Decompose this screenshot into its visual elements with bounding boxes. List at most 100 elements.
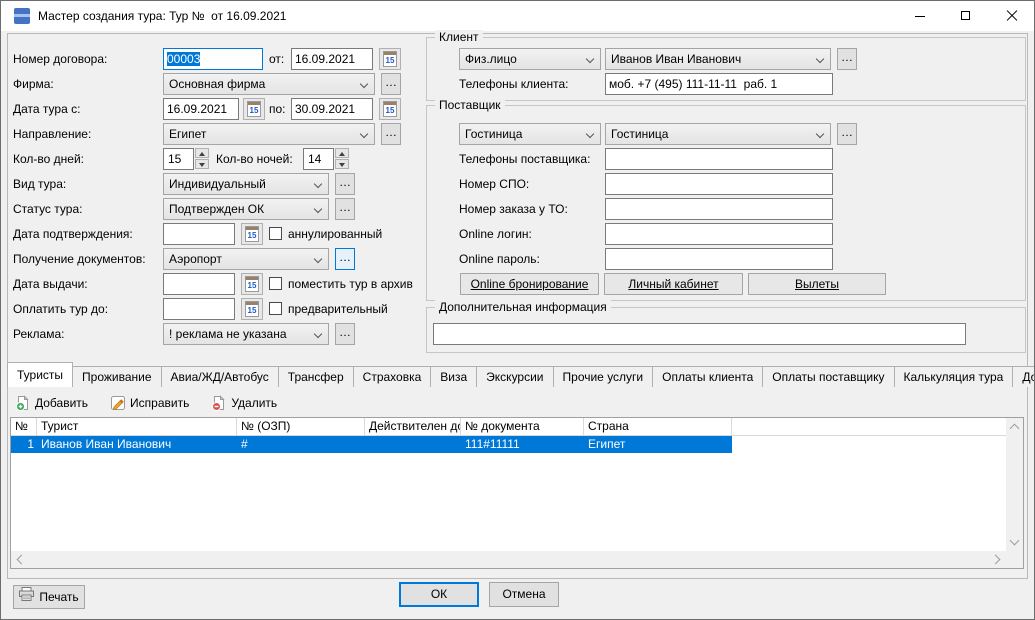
contract-date-picker-button[interactable]: 15 — [379, 48, 401, 70]
tab-transport[interactable]: Авиа/ЖД/Автобус — [161, 366, 279, 387]
days-value[interactable]: 15 — [163, 148, 194, 170]
annulled-checkbox[interactable] — [269, 227, 282, 240]
nights-spinner[interactable]: 14 — [303, 148, 349, 170]
horizontal-scrollbar[interactable] — [11, 551, 1006, 568]
archive-checkbox[interactable] — [269, 277, 282, 290]
cell-ozp: # — [237, 436, 365, 453]
spo-number-input[interactable] — [605, 173, 833, 195]
client-type-select[interactable]: Физ.лицо — [459, 48, 601, 70]
documents-receive-select[interactable]: Аэропорт — [163, 248, 329, 270]
pay-until-label: Оплатить тур до: — [13, 298, 108, 320]
close-button[interactable] — [989, 1, 1035, 31]
online-booking-button[interactable]: Online бронирование — [460, 273, 599, 295]
nights-value[interactable]: 14 — [303, 148, 334, 170]
personal-cabinet-button[interactable]: Личный кабинет — [604, 273, 743, 295]
cell-doc-number: 111#11111 — [461, 436, 584, 453]
nights-spinner-down-button[interactable] — [335, 159, 349, 169]
supplier-name-select[interactable]: Гостиница — [605, 123, 831, 145]
print-button[interactable]: Печать — [13, 585, 85, 609]
days-spinner-up-button[interactable] — [195, 148, 209, 158]
tab-supplier-payments[interactable]: Оплаты поставщику — [762, 366, 894, 387]
tab-documents[interactable]: Документы — [1012, 366, 1035, 387]
minimize-icon — [915, 16, 925, 17]
tab-tour-calculation[interactable]: Калькуляция тура — [894, 366, 1014, 387]
firm-select[interactable]: Основная фирма — [163, 73, 375, 95]
tour-status-more-button[interactable]: … — [335, 198, 355, 220]
pay-until-input[interactable] — [163, 298, 235, 320]
delete-button[interactable]: Удалить — [207, 391, 281, 415]
tab-client-payments[interactable]: Оплаты клиента — [652, 366, 763, 387]
col-header-country[interactable]: Страна — [584, 418, 732, 436]
tab-accommodation[interactable]: Проживание — [72, 366, 162, 387]
vertical-scrollbar[interactable] — [1006, 418, 1023, 551]
tour-status-select[interactable]: Подтвержден ОК — [163, 198, 329, 220]
contract-date-input[interactable]: 16.09.2021 — [291, 48, 373, 70]
issue-date-input[interactable] — [163, 273, 235, 295]
calendar-icon: 15 — [383, 101, 397, 117]
days-spinner-down-button[interactable] — [195, 159, 209, 169]
advert-more-button[interactable]: … — [335, 323, 355, 345]
tour-type-select[interactable]: Индивидуальный — [163, 173, 329, 195]
departures-button[interactable]: Вылеты — [748, 273, 886, 295]
order-number-input[interactable] — [605, 198, 833, 220]
issue-date-label: Дата выдачи: — [13, 273, 88, 295]
nights-spinner-up-button[interactable] — [335, 148, 349, 158]
chevron-down-icon — [586, 130, 594, 138]
tab-other-services[interactable]: Прочие услуги — [553, 366, 654, 387]
tour-type-more-button[interactable]: … — [335, 173, 355, 195]
col-header-tourist[interactable]: Турист — [37, 418, 237, 436]
advert-select[interactable]: ! реклама не указана — [163, 323, 329, 345]
spinner-up-icon — [339, 152, 345, 156]
col-header-valid-until[interactable]: Действителен до — [365, 418, 461, 436]
edit-button[interactable]: Исправить — [106, 391, 193, 415]
tour-date-from-input[interactable]: 16.09.2021 — [163, 98, 239, 120]
maximize-button[interactable] — [943, 1, 989, 31]
minimize-button[interactable] — [897, 1, 943, 31]
documents-receive-more-button[interactable]: … — [335, 248, 355, 270]
online-password-input[interactable] — [605, 248, 833, 270]
direction-value: Египет — [169, 127, 206, 141]
supplier-more-button[interactable]: … — [837, 123, 857, 145]
titlebar: Мастер создания тура: Тур № от 16.09.202… — [1, 1, 1034, 31]
supplier-type-select[interactable]: Гостиница — [459, 123, 601, 145]
col-header-number[interactable]: № — [11, 418, 37, 436]
supplier-phones-input[interactable] — [605, 148, 833, 170]
cancel-button[interactable]: Отмена — [489, 582, 559, 607]
pay-until-picker-button[interactable]: 15 — [241, 298, 263, 320]
direction-select[interactable]: Египет — [163, 123, 375, 145]
direction-more-button[interactable]: … — [381, 123, 401, 145]
print-button-label: Печать — [39, 586, 78, 608]
preliminary-checkbox[interactable] — [269, 302, 282, 315]
contract-number-input[interactable]: 00003 — [163, 48, 263, 70]
tab-transfer[interactable]: Трансфер — [278, 366, 354, 387]
client-more-button[interactable]: … — [837, 48, 857, 70]
tour-wizard-window: Мастер создания тура: Тур № от 16.09.202… — [0, 0, 1035, 620]
tab-excursions[interactable]: Экскурсии — [476, 366, 553, 387]
tour-date-to-picker-button[interactable]: 15 — [379, 98, 401, 120]
firm-more-button[interactable]: … — [381, 73, 401, 95]
tour-date-to-input[interactable]: 30.09.2021 — [291, 98, 373, 120]
contract-number-label: Номер договора: — [13, 48, 107, 70]
spinner-down-icon — [339, 163, 345, 167]
nights-label: Кол-во ночей: — [216, 148, 293, 170]
cell-valid-until — [365, 436, 461, 453]
tour-date-from-label: Дата тура с: — [13, 98, 80, 120]
ok-button[interactable]: ОК — [399, 582, 479, 607]
days-spinner[interactable]: 15 — [163, 148, 209, 170]
tab-visa[interactable]: Виза — [430, 366, 477, 387]
col-header-doc-number[interactable]: № документа — [461, 418, 584, 436]
tab-insurance[interactable]: Страховка — [353, 366, 432, 387]
client-phones-input[interactable]: моб. +7 (495) 111-11-11 раб. 1 — [605, 73, 833, 95]
confirmation-date-picker-button[interactable]: 15 — [241, 223, 263, 245]
add-button[interactable]: Добавить — [11, 391, 92, 415]
table-row[interactable]: 1 Иванов Иван Иванович # 111#11111 Египе… — [11, 436, 732, 453]
online-login-input[interactable] — [605, 223, 833, 245]
tour-date-from-picker-button[interactable]: 15 — [243, 98, 265, 120]
col-header-ozp[interactable]: № (ОЗП) — [237, 418, 365, 436]
extra-info-input[interactable] — [433, 323, 966, 345]
spo-number-label: Номер СПО: — [459, 173, 529, 195]
confirmation-date-input[interactable] — [163, 223, 235, 245]
tab-tourists[interactable]: Туристы — [7, 362, 73, 387]
issue-date-picker-button[interactable]: 15 — [241, 273, 263, 295]
client-name-select[interactable]: Иванов Иван Иванович — [605, 48, 831, 70]
